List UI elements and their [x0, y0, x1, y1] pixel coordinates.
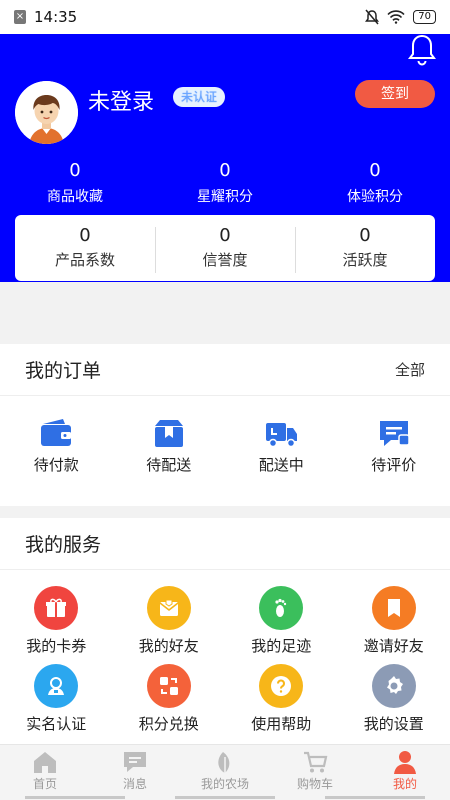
wallet-icon — [41, 419, 72, 446]
tab-label: 购物车 — [296, 777, 333, 791]
metrics-card: 0 产品系数 0 信誉度 0 活跃度 — [15, 215, 435, 281]
service-footprints[interactable]: 我的足迹 — [225, 586, 338, 656]
profile-header: 未登录 未认证 签到 0 商品收藏 0 星耀积分 0 体验积分 0 产品系数 0… — [0, 34, 450, 282]
service-label: 使用帮助 — [251, 715, 312, 733]
service-label: 我的好友 — [138, 637, 199, 655]
stat-value: 0 — [219, 160, 231, 181]
stat-label: 体验积分 — [347, 189, 403, 205]
cart-icon — [304, 751, 328, 773]
home-icon — [34, 752, 56, 773]
review-icon — [379, 421, 410, 446]
orders-all-link[interactable]: 全部 — [395, 359, 425, 380]
tab-home[interactable]: 首页 — [0, 745, 90, 800]
service-label: 积分兑换 — [138, 715, 199, 733]
status-icons: 70 — [365, 9, 436, 25]
orders-section: 我的订单 全部 待付款 待配送 配送中 待评价 — [0, 344, 450, 506]
order-label: 待付款 — [33, 456, 79, 474]
user-badge-icon — [34, 664, 79, 708]
stat-favorites[interactable]: 0 商品收藏 — [0, 160, 150, 208]
orders-title: 我的订单 — [25, 360, 102, 382]
service-label: 实名认证 — [26, 715, 87, 733]
order-label: 配送中 — [258, 456, 304, 474]
order-in-delivery[interactable]: 配送中 — [225, 418, 338, 475]
metric-value: 0 — [219, 225, 231, 246]
services-grid: 我的卡券 我的好友 我的足迹 邀请好友 实名认证 积分兑换 使用帮助 我的设置 — [0, 570, 450, 734]
order-label: 待配送 — [146, 456, 192, 474]
stat-value: 0 — [69, 160, 81, 181]
orders-header: 我的订单 全部 — [0, 344, 450, 396]
service-points-exchange[interactable]: 积分兑换 — [113, 664, 226, 734]
envelope-icon — [146, 586, 191, 630]
tab-mine[interactable]: 我的 — [360, 745, 450, 800]
leaf-icon — [218, 752, 230, 773]
service-label: 我的足迹 — [251, 637, 312, 655]
metric-credit[interactable]: 0 信誉度 — [155, 225, 295, 273]
exchange-icon — [146, 664, 191, 708]
services-section: 我的服务 我的卡券 我的好友 我的足迹 邀请好友 实名认证 积分兑换 使用帮助 … — [0, 518, 450, 744]
sim-icon: × — [14, 10, 26, 24]
stat-star-points[interactable]: 0 星耀积分 — [150, 160, 300, 208]
metric-product-coefficient[interactable]: 0 产品系数 — [15, 225, 155, 271]
services-header: 我的服务 — [0, 518, 450, 570]
tab-messages[interactable]: 消息 — [90, 745, 180, 800]
metric-activity[interactable]: 0 活跃度 — [295, 225, 435, 273]
stat-label: 星耀积分 — [197, 189, 253, 205]
order-pending-review[interactable]: 待评价 — [338, 418, 450, 475]
service-label: 我的设置 — [363, 715, 424, 733]
wifi-icon — [387, 10, 405, 24]
person-icon — [394, 751, 416, 774]
tab-my-farm[interactable]: 我的农场 — [180, 745, 270, 800]
signin-button[interactable]: 签到 — [355, 80, 435, 108]
username[interactable]: 未登录 — [88, 84, 154, 116]
stat-label: 商品收藏 — [47, 189, 103, 205]
mute-bell-icon — [365, 9, 380, 25]
status-bar: × 14:35 70 — [0, 0, 450, 34]
message-icon — [124, 752, 146, 772]
notification-bell-icon[interactable] — [408, 34, 436, 66]
package-icon — [154, 420, 183, 447]
gift-icon — [34, 586, 79, 630]
service-invite-friends[interactable]: 邀请好友 — [338, 586, 450, 656]
truck-icon — [266, 423, 298, 448]
tab-cart[interactable]: 购物车 — [270, 745, 360, 800]
order-status-row: 待付款 待配送 配送中 待评价 — [0, 396, 450, 475]
order-label: 待评价 — [371, 456, 417, 474]
order-pending-delivery[interactable]: 待配送 — [113, 418, 226, 475]
avatar[interactable] — [15, 81, 78, 144]
tab-label: 首页 — [32, 777, 57, 791]
service-friends[interactable]: 我的好友 — [113, 586, 226, 656]
metric-label: 信誉度 — [202, 251, 248, 269]
services-title: 我的服务 — [25, 534, 102, 556]
footprint-icon — [259, 586, 304, 630]
verification-badge[interactable]: 未认证 — [173, 87, 226, 107]
service-help[interactable]: 使用帮助 — [225, 664, 338, 734]
metric-label: 产品系数 — [54, 251, 115, 269]
service-real-name-auth[interactable]: 实名认证 — [0, 664, 113, 734]
metric-value: 0 — [359, 225, 371, 246]
home-indicator — [0, 796, 450, 800]
service-label: 我的卡券 — [26, 637, 87, 655]
metric-value: 0 — [79, 225, 91, 246]
stat-experience-points[interactable]: 0 体验积分 — [300, 160, 450, 208]
metric-label: 活跃度 — [342, 251, 388, 269]
avatar-illustration — [15, 81, 78, 144]
service-settings[interactable]: 我的设置 — [338, 664, 450, 734]
tab-label: 我的农场 — [200, 777, 249, 791]
status-time: 14:35 — [34, 8, 78, 26]
bookmark-icon — [371, 586, 416, 630]
tab-label: 我的 — [392, 777, 417, 791]
bottom-tab-bar: 首页 消息 我的农场 购物车 我的 — [0, 744, 450, 800]
order-pending-payment[interactable]: 待付款 — [0, 418, 113, 475]
tab-label: 消息 — [122, 777, 147, 791]
battery-indicator: 70 — [413, 10, 436, 24]
stats-row: 0 商品收藏 0 星耀积分 0 体验积分 — [0, 160, 450, 208]
service-coupons[interactable]: 我的卡券 — [0, 586, 113, 656]
stat-value: 0 — [369, 160, 381, 181]
gear-icon — [371, 664, 416, 708]
service-label: 邀请好友 — [363, 637, 424, 655]
help-icon — [259, 664, 304, 708]
